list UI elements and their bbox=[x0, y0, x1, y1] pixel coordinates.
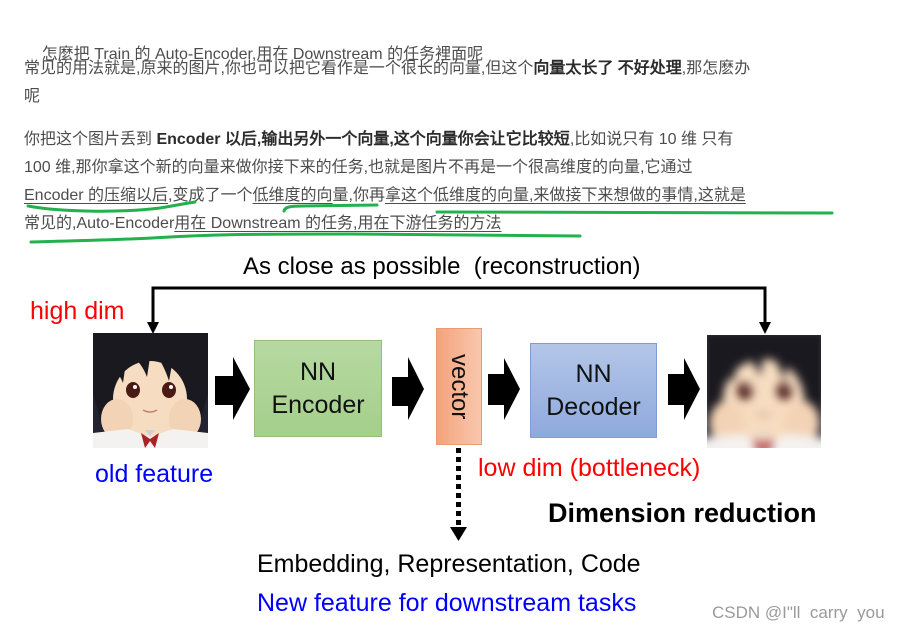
bottleneck-label: low dim (bottleneck) bbox=[478, 454, 701, 482]
bold-text-run: 向量太长了 不好处理 bbox=[533, 60, 682, 77]
encoder-label-line-2: Encoder bbox=[271, 390, 365, 419]
output-image bbox=[707, 335, 821, 448]
paragraph-3-line-2: 100 维,那你拿这个新的向量来做你接下来的任务,也就是图片不再是一个很高维度的… bbox=[24, 154, 692, 182]
csdn-watermark: CSDN @I"ll carry you bbox=[712, 603, 885, 622]
text-run: 你把这个图片丢到 bbox=[24, 131, 157, 148]
nn-decoder-box: NN Decoder bbox=[530, 343, 657, 438]
paragraph-3-line-3: Encoder 的压缩以后,变成了一个低维度的向量,你再拿这个低维度的向量,来做… bbox=[24, 182, 746, 210]
high-dim-label: high dim bbox=[30, 297, 125, 325]
diagram-connectors bbox=[147, 286, 771, 541]
nn-encoder-box: NN Encoder bbox=[254, 340, 382, 437]
vector-bottleneck-box: vector bbox=[436, 328, 482, 445]
dimension-reduction-label: Dimension reduction bbox=[548, 498, 817, 528]
embedding-label: Embedding, Representation, Code bbox=[257, 550, 641, 578]
arrowhead-down-icon bbox=[450, 527, 467, 541]
bold-text-run: Encoder 以后,输出另外一个向量,这个向量你会让它比较短 bbox=[156, 131, 570, 148]
paragraph-3-line-1: 你把这个图片丢到 Encoder 以后,输出另外一个向量,这个向量你会让它比较短… bbox=[24, 126, 733, 154]
text-run: 量,你再 bbox=[332, 187, 385, 204]
paragraph-2-line-1: 常见的用法就是,原来的图片,你也可以把它看作是一个很长的向量,但这个向量太长了 … bbox=[24, 55, 750, 83]
new-feature-label: New feature for downstream tasks bbox=[257, 589, 637, 617]
block-arrow-right-icon bbox=[668, 358, 700, 420]
text-run: 常见的用法就是,原来的图片,你也可以把它看作是一个很长的向量,但这个 bbox=[24, 60, 534, 77]
text-run: ,比如说只有 10 维 只有 bbox=[569, 131, 734, 148]
underlined-text-run: 用在 Downstream 的任务,用在下游任务的方法 bbox=[174, 215, 502, 232]
text-run: 呢 bbox=[24, 88, 41, 105]
paragraph-1-line-1: 怎麼把 Train 的 Auto-Encoder,用在 Downstream 的… bbox=[24, 13, 483, 63]
input-image bbox=[93, 333, 208, 448]
text-run: ,变成了一个 bbox=[168, 187, 253, 204]
highlight-strokes bbox=[26, 200, 834, 244]
text-run: ,那怎麽办 bbox=[681, 60, 751, 77]
vector-label: vector bbox=[446, 353, 473, 420]
decoder-label-line-2: Decoder bbox=[546, 392, 641, 421]
reconstruction-connector-line bbox=[151, 286, 767, 324]
reconstruction-label: As close as possible (reconstruction) bbox=[243, 253, 641, 280]
block-arrow-right-icon bbox=[488, 358, 520, 420]
block-arrow-right-icon bbox=[392, 357, 424, 420]
text-run: 常见的,Auto-Encoder bbox=[24, 215, 175, 232]
paragraph-3-line-4: 常见的,Auto-Encoder用在 Downstream 的任务,用在下游任务… bbox=[24, 210, 501, 238]
arrowhead-down-icon bbox=[759, 322, 771, 334]
text-run: 100 维,那你拿这个新的向量来做你接下来的任务,也就是图片不再是一个很高维度的… bbox=[24, 159, 693, 176]
anime-portrait-icon bbox=[93, 333, 208, 448]
blog-article-page: 怎麼把 Train 的 Auto-Encoder,用在 Downstream 的… bbox=[0, 0, 915, 631]
old-feature-caption: old feature bbox=[95, 460, 214, 488]
blurred-portrait-icon bbox=[707, 335, 821, 448]
paragraph-2-line-2: 呢 bbox=[24, 83, 40, 111]
block-arrow-right-icon bbox=[215, 357, 250, 420]
encoder-label-line-1: NN bbox=[299, 357, 337, 386]
underlined-text-run: 拿这个低维度的向量,来做接下来想做的事情,这就是 bbox=[384, 187, 746, 204]
underlined-text-run: Encoder 的压缩以后 bbox=[24, 187, 169, 204]
underlined-text-run: 低维度的向 bbox=[252, 187, 333, 204]
decoder-label-line-1: NN bbox=[575, 359, 612, 388]
